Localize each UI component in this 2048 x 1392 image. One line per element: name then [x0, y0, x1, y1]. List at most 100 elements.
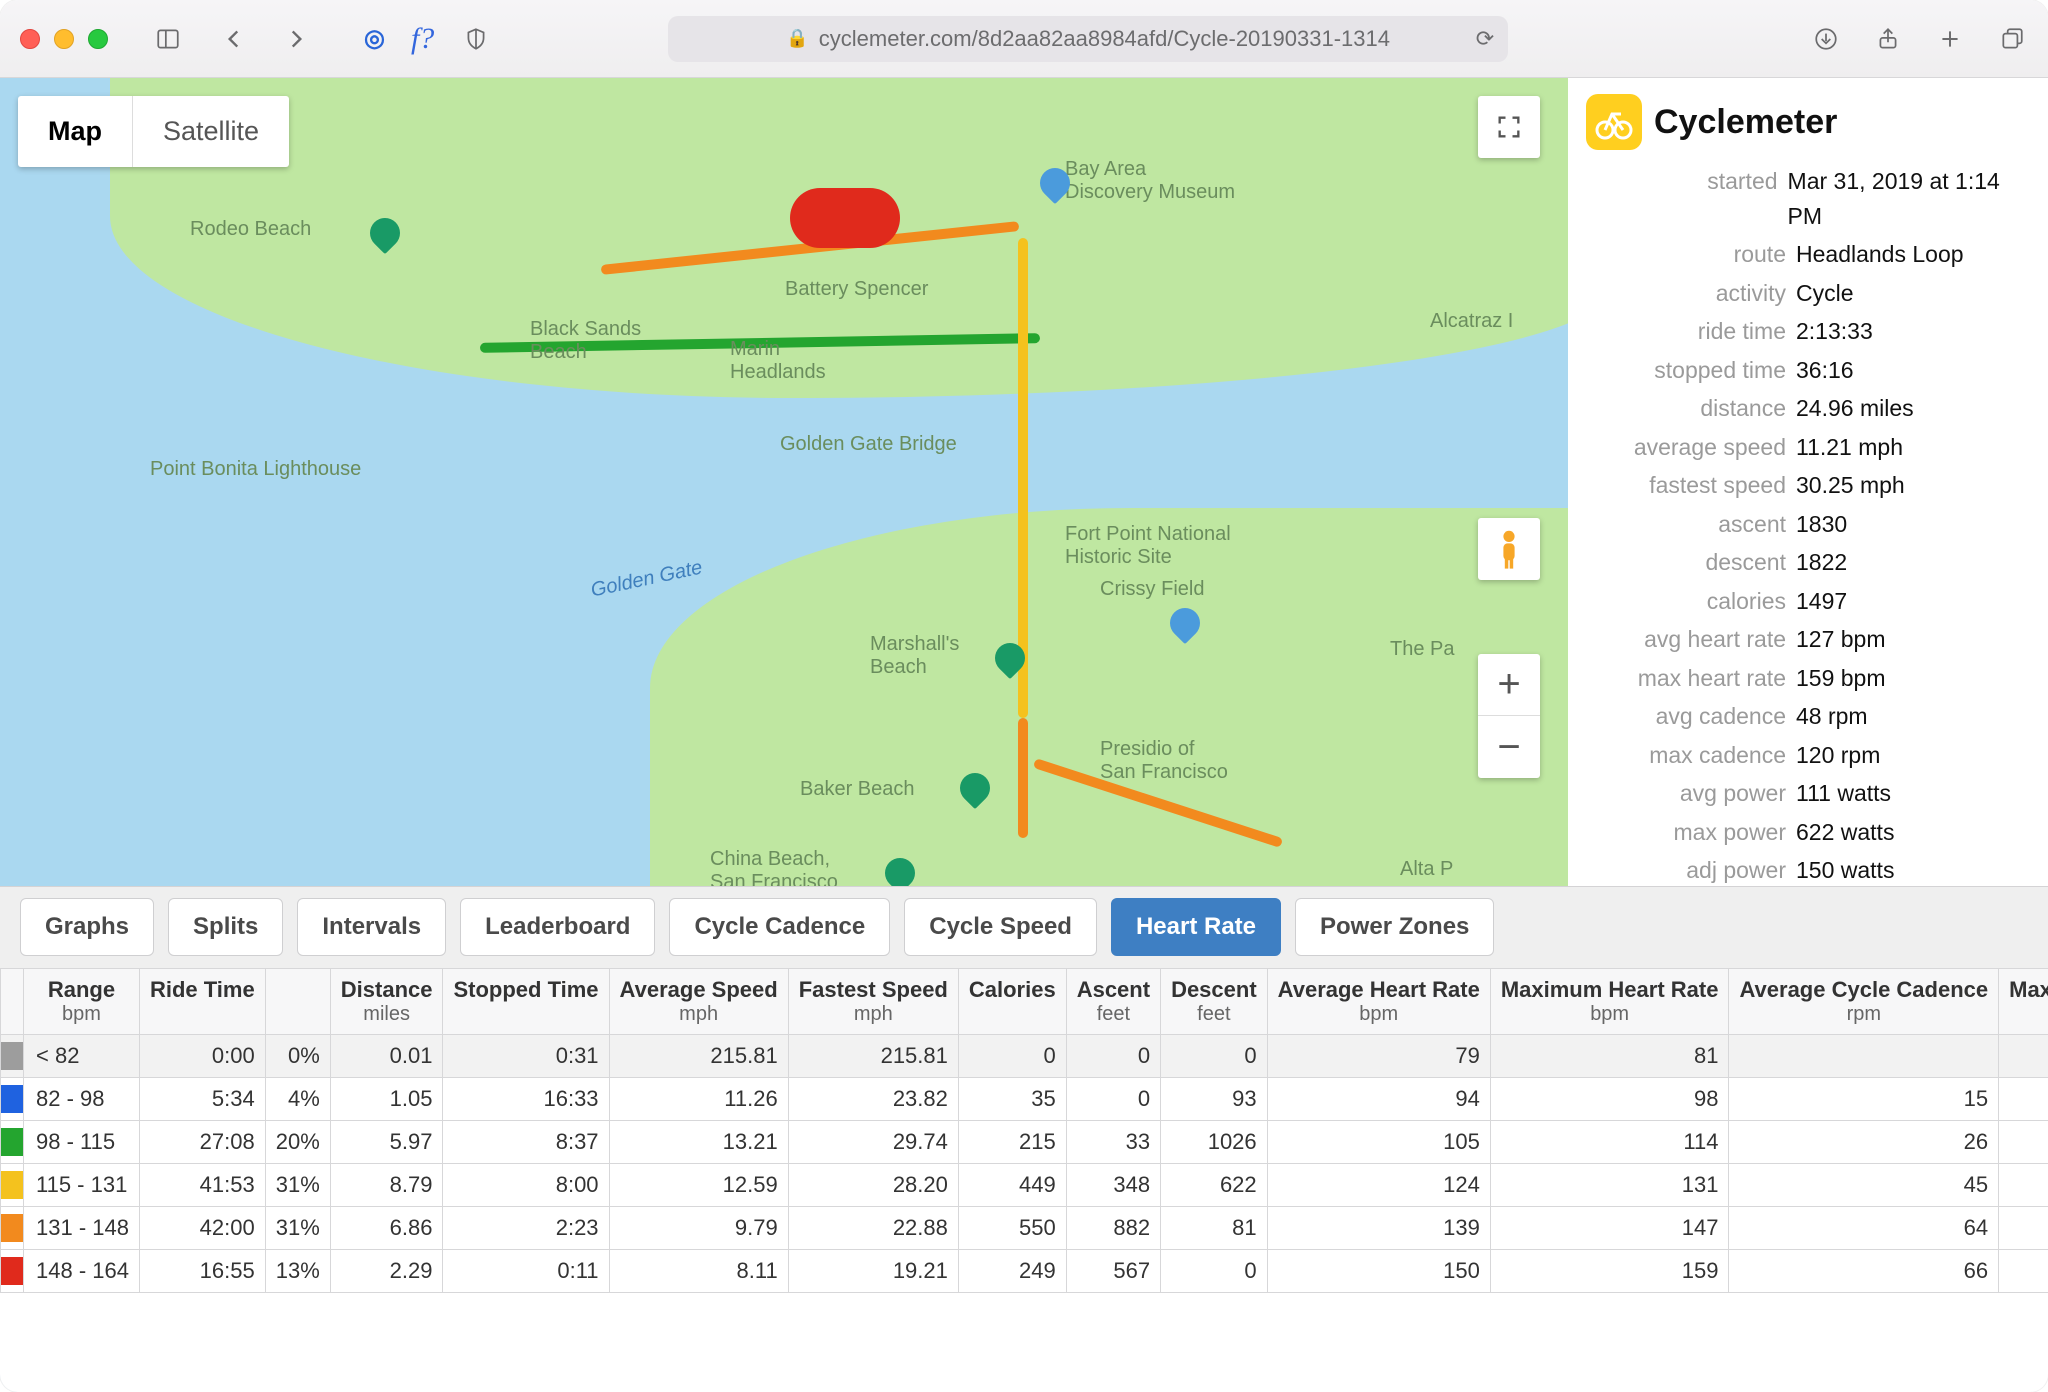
stat-value: Mar 31, 2019 at 1:14 PM [1788, 164, 2030, 233]
extension-f-icon[interactable]: f? [411, 22, 434, 56]
back-button[interactable] [218, 23, 250, 55]
col-header[interactable] [265, 969, 330, 1035]
table-row[interactable]: 115 - 13141:5331%8.798:0012.5928.2044934… [1, 1164, 2048, 1207]
cell: 19.21 [788, 1250, 958, 1293]
stat-value: 2:13:33 [1796, 314, 1873, 349]
tab-leaderboard[interactable]: Leaderboard [460, 898, 655, 956]
stat-label: max power [1586, 815, 1786, 850]
cell: 23.82 [788, 1078, 958, 1121]
cell: 45 [1729, 1164, 1999, 1207]
cell: 9.79 [609, 1207, 788, 1250]
cell: 28.20 [788, 1164, 958, 1207]
tabs-overview-icon[interactable] [1996, 23, 2028, 55]
col-header[interactable]: Average Cycle Cadencerpm [1729, 969, 1999, 1035]
url-bar[interactable]: 🔒 cyclemeter.com/8d2aa82aa8984afd/Cycle-… [668, 16, 1508, 62]
stat-label: max cadence [1586, 738, 1786, 773]
cell: 81 [1490, 1035, 1729, 1078]
col-header[interactable]: Ascentfeet [1066, 969, 1160, 1035]
col-header[interactable]: Rangebpm [24, 969, 140, 1035]
map-label: Fort Point National Historic Site [1065, 523, 1231, 569]
stat-value: 127 bpm [1796, 622, 1886, 657]
tab-heart-rate[interactable]: Heart Rate [1111, 898, 1281, 956]
share-icon[interactable] [1872, 23, 1904, 55]
col-header[interactable]: Stopped Time [443, 969, 609, 1035]
url-text: cyclemeter.com/8d2aa82aa8984afd/Cycle-20… [819, 26, 1390, 52]
window-minimize-button[interactable] [54, 29, 74, 49]
table-row[interactable]: 131 - 14842:0031%6.862:239.7922.88550882… [1, 1207, 2048, 1250]
cell: 15 [1729, 1078, 1999, 1121]
cell: 33 [1066, 1121, 1160, 1164]
tab-intervals[interactable]: Intervals [297, 898, 446, 956]
cell: 567 [1066, 1250, 1160, 1293]
stat-label: average speed [1586, 430, 1786, 465]
table-row[interactable]: 98 - 11527:0820%5.978:3713.2129.74215331… [1, 1121, 2048, 1164]
cell: 98 [1490, 1078, 1729, 1121]
map-label: Bay Area Discovery Museum [1065, 158, 1235, 204]
table-row[interactable]: 82 - 985:344%1.0516:3311.2623.8235093949… [1, 1078, 2048, 1121]
app-title: Cyclemeter [1654, 103, 1837, 142]
stat-value: 111 watts [1796, 776, 1891, 811]
map-label: The Pa [1390, 638, 1454, 661]
stat-label: avg heart rate [1586, 622, 1786, 657]
fullscreen-button[interactable] [1478, 96, 1540, 158]
zoom-in-button[interactable]: + [1478, 654, 1540, 716]
window-close-button[interactable] [20, 29, 40, 49]
table-scroll[interactable]: RangebpmRide Time DistancemilesStopped Ti… [0, 968, 2048, 1392]
stat-value: 622 watts [1796, 815, 1894, 850]
cell: 0:11 [443, 1250, 609, 1293]
table-row[interactable]: 148 - 16416:5513%2.290:118.1119.21249567… [1, 1250, 2048, 1293]
map-type-map[interactable]: Map [18, 96, 133, 167]
col-header[interactable]: Average Speedmph [609, 969, 788, 1035]
street-view-pegman[interactable] [1478, 518, 1540, 580]
zone-swatch [1, 1257, 23, 1285]
col-header[interactable]: Ride Time [139, 969, 265, 1035]
extension-1password-icon[interactable]: ◎ [364, 24, 385, 53]
tab-power-zones[interactable]: Power Zones [1295, 898, 1494, 956]
col-header[interactable]: Maximum Cycle Cadencerpm [1999, 969, 2048, 1035]
map-label: Marin Headlands [730, 338, 826, 384]
col-header[interactable]: Maximum Heart Ratebpm [1490, 969, 1729, 1035]
stat-value: 1822 [1796, 545, 1847, 580]
cell: 115 - 131 [24, 1164, 140, 1207]
cell: 31% [265, 1164, 330, 1207]
cell: 139 [1267, 1207, 1490, 1250]
zone-swatch [1, 1128, 23, 1156]
cell: 0 [1066, 1035, 1160, 1078]
cell: 215.81 [609, 1035, 788, 1078]
map-label: Presidio of San Francisco [1100, 738, 1228, 784]
stat-label: distance [1586, 391, 1786, 426]
cell: 20% [265, 1121, 330, 1164]
cell: 27:08 [139, 1121, 265, 1164]
stat-value: 24.96 miles [1796, 391, 1914, 426]
map-type-satellite[interactable]: Satellite [133, 96, 289, 167]
col-header[interactable]: Average Heart Ratebpm [1267, 969, 1490, 1035]
privacy-shield-icon[interactable] [460, 23, 492, 55]
new-tab-icon[interactable] [1934, 23, 1966, 55]
stat-value: 36:16 [1796, 353, 1854, 388]
col-header[interactable]: Calories [958, 969, 1066, 1035]
stat-label: fastest speed [1586, 468, 1786, 503]
tab-splits[interactable]: Splits [168, 898, 283, 956]
table-row[interactable]: < 820:000%0.010:31215.81215.810007981 [1, 1035, 2048, 1078]
sidebar-toggle-icon[interactable] [152, 23, 184, 55]
stat-value: Headlands Loop [1796, 237, 1964, 272]
tab-cycle-speed[interactable]: Cycle Speed [904, 898, 1097, 956]
window-zoom-button[interactable] [88, 29, 108, 49]
cell: 215 [958, 1121, 1066, 1164]
reload-icon[interactable]: ⟳ [1476, 26, 1494, 52]
map-label: Battery Spencer [785, 278, 928, 301]
tab-cycle-cadence[interactable]: Cycle Cadence [669, 898, 890, 956]
cell: 147 [1490, 1207, 1729, 1250]
col-header[interactable]: Fastest Speedmph [788, 969, 958, 1035]
zoom-out-button[interactable]: − [1478, 716, 1540, 778]
cell: 35 [958, 1078, 1066, 1121]
tab-graphs[interactable]: Graphs [20, 898, 154, 956]
cell: 0 [1161, 1250, 1268, 1293]
col-header[interactable]: Descentfeet [1161, 969, 1268, 1035]
col-header[interactable]: Distancemiles [330, 969, 443, 1035]
forward-button[interactable] [280, 23, 312, 55]
cell: 16:33 [443, 1078, 609, 1121]
downloads-icon[interactable] [1810, 23, 1842, 55]
cell: 1.05 [330, 1078, 443, 1121]
cell [1729, 1035, 1999, 1078]
